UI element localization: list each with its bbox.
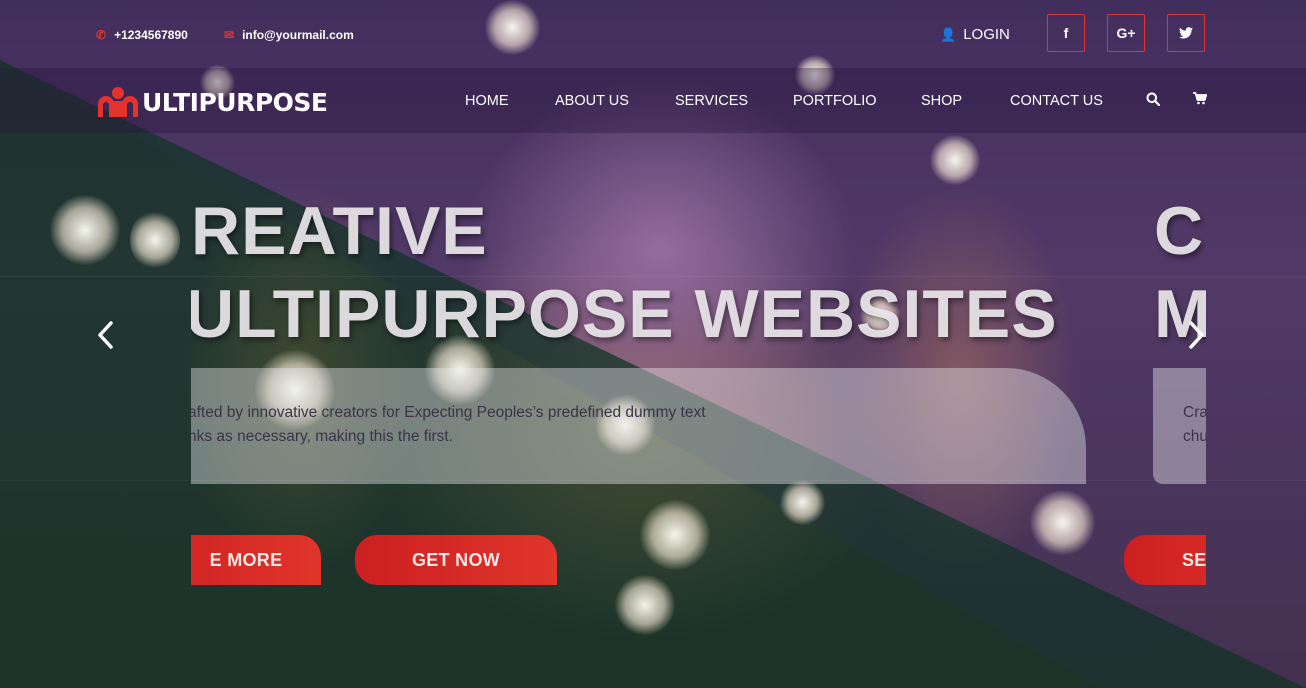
- login-label: LOGIN: [963, 26, 1010, 43]
- hero-slider: REATIVE ULTIPURPOSE WEBSITES afted by in…: [191, 140, 1206, 620]
- slide-headline-line1: REATIVE: [191, 193, 488, 269]
- slide-caption-line2: nks as necessary, making this the first.: [191, 428, 454, 445]
- cart-icon: [1193, 92, 1208, 105]
- next-slide-headline-line1: C: [1154, 193, 1205, 269]
- get-now-label: GET NOW: [411, 549, 501, 570]
- see-more-button[interactable]: E MORE: [191, 535, 321, 585]
- site-logo[interactable]: ULTIPURPOSE: [96, 86, 328, 118]
- envelope-icon: ✉: [224, 28, 235, 42]
- facebook-icon: f: [1063, 25, 1069, 41]
- slide-caption-line1: afted by innovative creators for Expecti…: [191, 404, 706, 421]
- nav-item-services[interactable]: SERVICES: [675, 93, 748, 109]
- nav-item-contact-us[interactable]: CONTACT US: [1010, 93, 1103, 109]
- slide-headline-line2: ULTIPURPOSE WEBSITES: [191, 276, 1058, 352]
- phone-contact[interactable]: ✆ +1234567890: [96, 28, 188, 42]
- login-link[interactable]: 👤 LOGIN: [940, 26, 1010, 43]
- main-navbar: ULTIPURPOSE HOME ABOUT US SERVICES PORTF…: [0, 68, 1306, 133]
- next-slide-button-label: SE: [1182, 549, 1206, 570]
- slider-prev-button[interactable]: [96, 320, 114, 358]
- chevron-left-icon: [98, 321, 113, 349]
- top-bar: ✆ +1234567890 ✉ info@yourmail.com 👤 LOGI…: [0, 0, 1306, 68]
- email-address: info@yourmail.com: [242, 28, 354, 42]
- logo-mark-icon: [98, 87, 138, 117]
- nav-item-about-us[interactable]: ABOUT US: [555, 93, 629, 109]
- next-slide-button[interactable]: SE: [1124, 535, 1206, 585]
- nav-item-home[interactable]: HOME: [465, 93, 509, 109]
- bokeh-light: [50, 195, 120, 265]
- phone-number: +1234567890: [114, 28, 188, 42]
- facebook-button[interactable]: f: [1047, 14, 1085, 52]
- next-slide-caption-line1: Cra: [1183, 404, 1206, 421]
- cart-button[interactable]: [1193, 92, 1208, 108]
- logo-text: ULTIPURPOSE: [142, 87, 328, 117]
- search-icon: [1146, 92, 1161, 107]
- search-button[interactable]: [1146, 92, 1161, 109]
- slider-next-button[interactable]: [1188, 320, 1206, 358]
- twitter-button[interactable]: [1167, 14, 1205, 52]
- twitter-icon: [1179, 27, 1193, 39]
- phone-icon: ✆: [96, 28, 107, 42]
- nav-item-portfolio[interactable]: PORTFOLIO: [793, 93, 877, 109]
- google-plus-button[interactable]: G+: [1107, 14, 1145, 52]
- chevron-right-icon: [1189, 321, 1204, 349]
- google-plus-icon: G+: [1116, 25, 1136, 41]
- get-now-button[interactable]: GET NOW: [355, 535, 557, 585]
- see-more-label: E MORE: [209, 549, 283, 570]
- email-contact[interactable]: ✉ info@yourmail.com: [224, 28, 354, 42]
- next-slide-caption-line2: chu: [1183, 428, 1206, 445]
- bokeh-light: [130, 210, 180, 270]
- nav-item-shop[interactable]: SHOP: [921, 93, 962, 109]
- user-icon: 👤: [940, 26, 957, 42]
